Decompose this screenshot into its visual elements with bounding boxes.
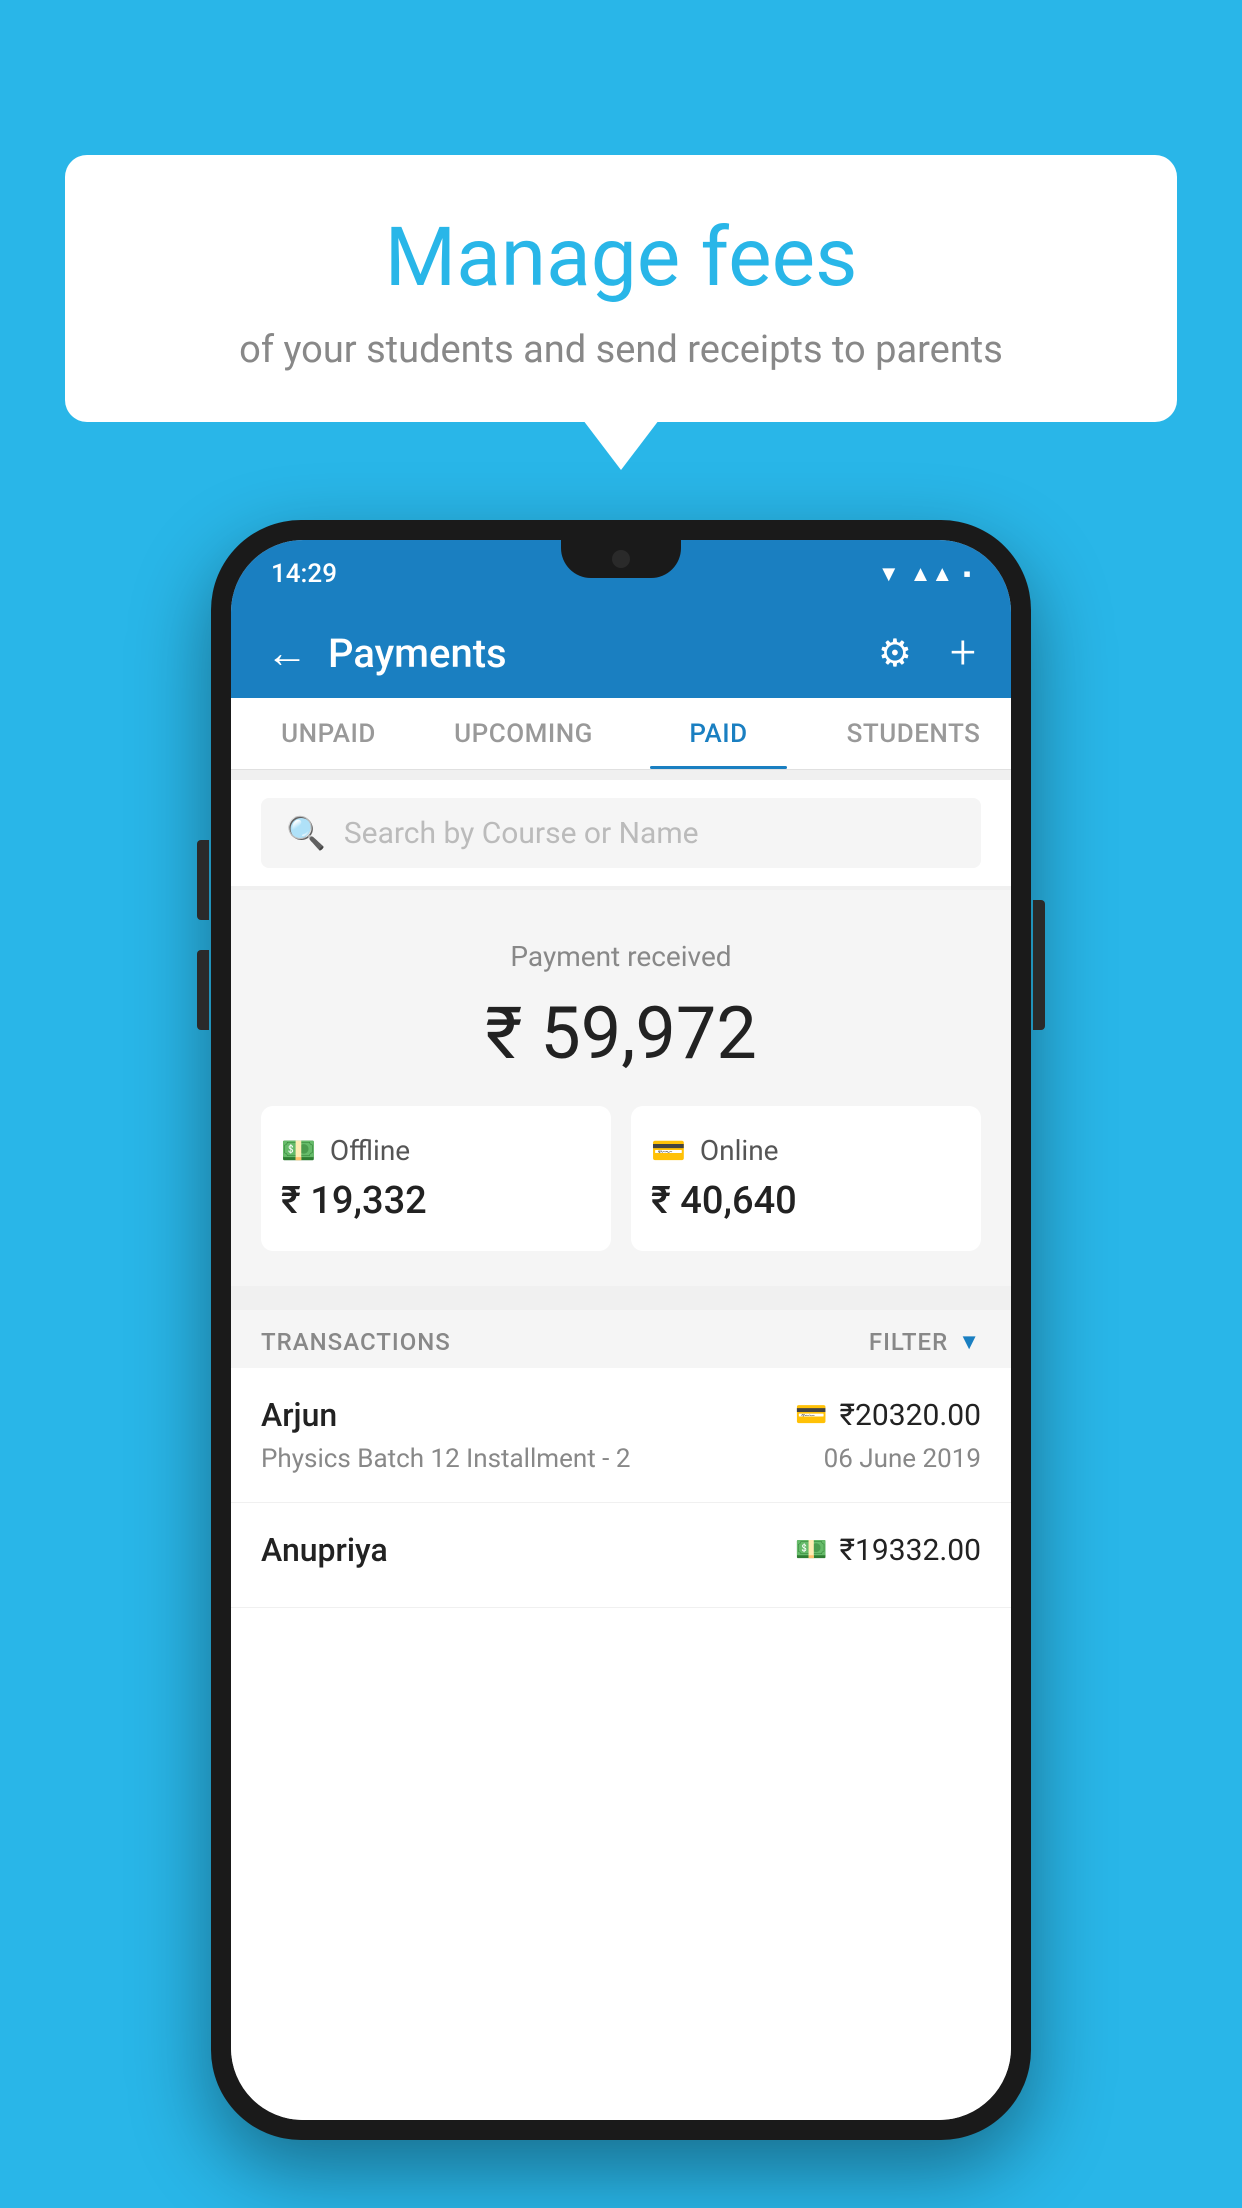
signal-icon: ▲▲ [910,561,954,587]
status-bar: 14:29 ▼ ▲▲ ▪ [231,540,1011,608]
battery-icon: ▪ [963,561,971,587]
speech-bubble: Manage fees of your students and send re… [65,155,1177,422]
payment-total-amount: ₹ 59,972 [261,991,981,1076]
transaction-amount-row: 💵 ₹19332.00 [795,1533,981,1568]
page-title: Payments [328,630,858,677]
offline-card: 💵 Offline ₹ 19,332 [261,1106,611,1251]
tabs-bar: UNPAID UPCOMING PAID STUDENTS [231,698,1011,770]
payment-summary: Payment received ₹ 59,972 💵 Offline ₹ 19… [231,890,1011,1286]
online-label: Online [700,1134,779,1167]
manage-fees-subtitle: of your students and send receipts to pa… [125,328,1117,372]
app-header: ← Payments ⚙ + [231,608,1011,698]
transactions-label: TRANSACTIONS [261,1328,451,1356]
side-button-vol-up [197,840,209,920]
offline-amount: ₹ 19,332 [281,1179,591,1223]
transaction-row2: Physics Batch 12 Installment - 2 06 June… [261,1444,981,1474]
search-input-wrapper[interactable]: 🔍 Search by Course or Name [261,798,981,868]
transaction-item[interactable]: Anupriya 💵 ₹19332.00 [231,1503,1011,1608]
transaction-course: Physics Batch 12 Installment - 2 [261,1444,630,1474]
transactions-list: Arjun 💳 ₹20320.00 Physics Batch 12 Insta… [231,1368,1011,2120]
tab-paid[interactable]: PAID [621,698,816,769]
payment-type-icon: 💳 [795,1400,827,1430]
transaction-row1: Arjun 💳 ₹20320.00 [261,1396,981,1434]
wifi-icon: ▼ [878,561,900,587]
back-button[interactable]: ← [266,629,308,678]
transaction-row1: Anupriya 💵 ₹19332.00 [261,1531,981,1569]
offline-card-header: 💵 Offline [281,1134,591,1167]
phone-screen: 14:29 ▼ ▲▲ ▪ ← Payments ⚙ + [231,540,1011,2120]
status-time: 14:29 [271,559,337,589]
side-button-power [1033,900,1045,1030]
filter-icon: ▼ [958,1329,981,1355]
speech-bubble-container: Manage fees of your students and send re… [65,155,1177,422]
add-button[interactable]: + [950,626,976,680]
settings-icon[interactable]: ⚙ [878,631,912,676]
tab-students[interactable]: STUDENTS [816,698,1011,769]
online-card: 💳 Online ₹ 40,640 [631,1106,981,1251]
status-icons: ▼ ▲▲ ▪ [878,561,971,587]
online-card-header: 💳 Online [651,1134,961,1167]
transactions-header: TRANSACTIONS FILTER ▼ [231,1310,1011,1374]
tab-upcoming[interactable]: UPCOMING [426,698,621,769]
phone-mockup: 14:29 ▼ ▲▲ ▪ ← Payments ⚙ + [211,520,1031,2140]
transaction-amount-row: 💳 ₹20320.00 [795,1398,981,1433]
tab-unpaid[interactable]: UNPAID [231,698,426,769]
transaction-item[interactable]: Arjun 💳 ₹20320.00 Physics Batch 12 Insta… [231,1368,1011,1503]
cash-icon: 💵 [281,1134,316,1167]
manage-fees-title: Manage fees [125,210,1117,306]
payment-cards: 💵 Offline ₹ 19,332 💳 Online ₹ 40,640 [261,1106,981,1251]
transaction-amount: ₹19332.00 [840,1533,981,1568]
card-icon: 💳 [651,1134,686,1167]
filter-button[interactable]: FILTER ▼ [869,1328,981,1356]
payment-received-label: Payment received [261,940,981,973]
search-input[interactable]: Search by Course or Name [344,816,699,851]
side-button-vol-down [197,950,209,1030]
search-bar: 🔍 Search by Course or Name [231,780,1011,886]
notch-cutout [561,540,681,578]
online-amount: ₹ 40,640 [651,1179,961,1223]
offline-label: Offline [330,1134,410,1167]
phone-frame: 14:29 ▼ ▲▲ ▪ ← Payments ⚙ + [211,520,1031,2140]
payment-type-icon: 💵 [795,1535,827,1565]
search-icon: 🔍 [286,814,326,852]
transaction-amount: ₹20320.00 [840,1398,981,1433]
transaction-name: Arjun [261,1396,337,1434]
transaction-date: 06 June 2019 [824,1444,981,1474]
camera-dot [612,550,630,568]
transaction-name: Anupriya [261,1531,388,1569]
filter-label: FILTER [869,1328,948,1356]
